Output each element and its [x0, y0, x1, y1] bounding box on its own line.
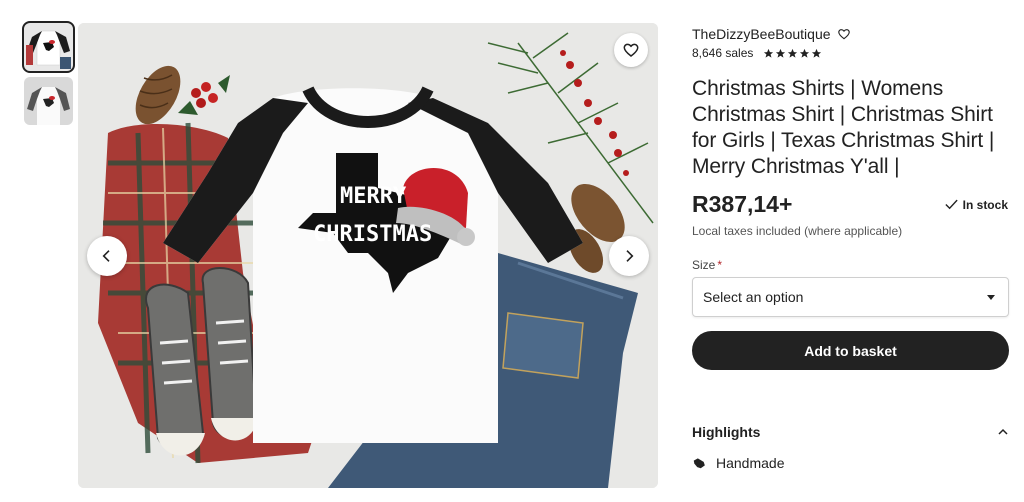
- rating-stars[interactable]: [763, 48, 822, 59]
- star-icon: [776, 48, 786, 58]
- chevron-up-icon: [998, 428, 1008, 435]
- highlight-item-label: Handmade: [716, 455, 785, 471]
- required-marker: *: [717, 258, 723, 272]
- sales-row: 8,646 sales: [692, 46, 822, 60]
- chevron-right-icon: [626, 250, 634, 262]
- size-select-value: Select an option: [703, 289, 804, 305]
- main-product-image[interactable]: MERRY CHRISTMAS: [78, 23, 658, 488]
- thumbnail-list: [22, 21, 75, 131]
- highlight-item-handmade: Handmade: [692, 455, 785, 471]
- heart-icon: [623, 43, 639, 57]
- caret-down-icon: [987, 295, 995, 300]
- hand-icon: [693, 458, 705, 469]
- highlights-toggle[interactable]: Highlights: [692, 424, 1009, 440]
- shirt-print-text-1: MERRY: [340, 184, 407, 209]
- next-image-button[interactable]: [609, 236, 649, 276]
- star-icon: [788, 48, 798, 58]
- star-icon: [764, 48, 774, 58]
- size-select[interactable]: Select an option: [692, 277, 1009, 317]
- highlights-label: Highlights: [692, 424, 761, 440]
- star-icon: [800, 48, 810, 58]
- stock-status: In stock: [944, 197, 1008, 212]
- thumbnail-image: [24, 77, 73, 125]
- size-label-text: Size: [692, 258, 716, 272]
- favorite-button[interactable]: [614, 33, 648, 67]
- thumbnail-image: [24, 23, 73, 71]
- shop-name-link[interactable]: TheDizzyBeeBoutique: [692, 26, 831, 42]
- thumbnail-1[interactable]: [22, 21, 75, 73]
- star-icon: [812, 48, 822, 58]
- chevron-left-icon: [102, 250, 110, 262]
- product-photo: MERRY CHRISTMAS: [78, 23, 658, 488]
- add-to-basket-button[interactable]: Add to basket: [692, 331, 1009, 370]
- sales-count: 8,646 sales: [692, 46, 754, 60]
- thumbnail-2[interactable]: [24, 77, 73, 125]
- size-label: Size *: [692, 258, 722, 272]
- checkmark-icon: [945, 199, 958, 210]
- previous-image-button[interactable]: [87, 236, 127, 276]
- stock-status-label: In stock: [962, 197, 1008, 212]
- product-price: R387,14+: [692, 191, 793, 217]
- taxes-note: Local taxes included (where applicable): [692, 224, 903, 238]
- shirt-print-text-2: CHRISTMAS: [313, 222, 432, 247]
- heart-icon[interactable]: [837, 27, 851, 41]
- product-title: Christmas Shirts | Womens Christmas Shir…: [692, 77, 995, 178]
- shop-row: TheDizzyBeeBoutique: [692, 26, 851, 42]
